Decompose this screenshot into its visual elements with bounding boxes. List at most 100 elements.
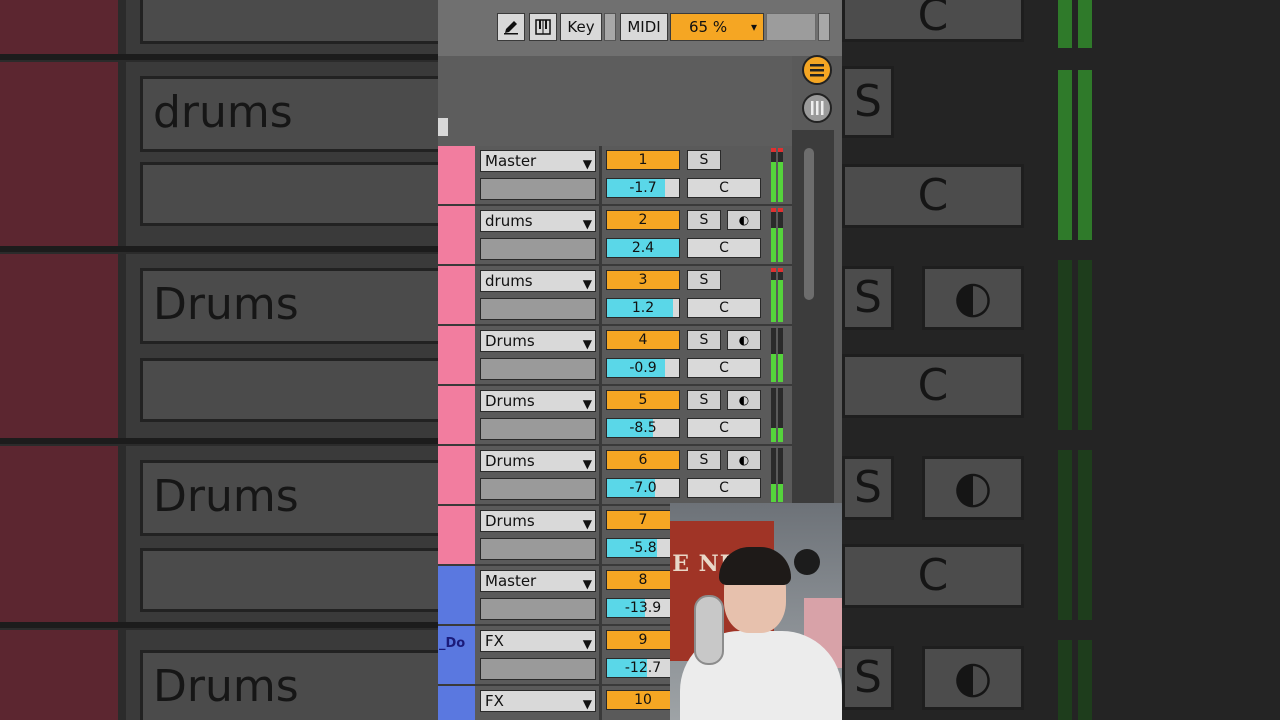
track-output-field[interactable] <box>480 478 596 500</box>
mixer-track-1: Master ▼ 1 -1.7 S C <box>438 146 792 206</box>
hamburger-menu-icon[interactable] <box>802 55 832 85</box>
cue-button[interactable]: C <box>687 418 761 438</box>
track-volume-slider[interactable]: -1.7 <box>606 178 680 198</box>
track-input-dropdown[interactable]: Master ▼ <box>480 150 596 172</box>
track-volume-slider[interactable]: -13.9 <box>606 598 680 618</box>
track-activator-button[interactable]: 9 <box>606 630 680 650</box>
level-meter-right <box>778 328 783 382</box>
vertical-scrollbar[interactable] <box>804 148 814 300</box>
track-activator-button[interactable]: 8 <box>606 570 680 590</box>
bg-meter <box>1058 70 1072 240</box>
track-color-strip[interactable]: _Do <box>438 626 475 684</box>
piano-keys-icon[interactable] <box>529 13 557 41</box>
track-input-dropdown[interactable]: drums ▼ <box>480 270 596 292</box>
solo-button[interactable]: S <box>687 270 721 290</box>
track-color-strip[interactable] <box>438 146 475 204</box>
track-output-field[interactable] <box>480 538 596 560</box>
track-input-dropdown[interactable]: Drums ▼ <box>480 330 596 352</box>
track-color-label: _Do <box>439 636 466 651</box>
track-output-field[interactable] <box>480 658 596 680</box>
solo-button[interactable]: S <box>687 450 721 470</box>
track-input-dropdown[interactable]: drums ▼ <box>480 210 596 232</box>
cue-button[interactable]: C <box>687 238 761 258</box>
solo-button[interactable]: S <box>687 210 721 230</box>
arm-record-icon[interactable]: ◐ <box>727 330 761 350</box>
track-volume-slider[interactable]: -8.5 <box>606 418 680 438</box>
track-output-field[interactable] <box>480 238 596 260</box>
pencil-icon[interactable] <box>497 13 525 41</box>
cue-button[interactable]: C <box>687 358 761 378</box>
track-activator-button[interactable]: 2 <box>606 210 680 230</box>
track-input-label: Drums <box>485 332 535 350</box>
track-activator-button[interactable]: 1 <box>606 150 680 170</box>
bg-row: drums <box>0 62 438 252</box>
level-meter-right <box>778 148 783 202</box>
track-volume-slider[interactable]: -0.9 <box>606 358 680 378</box>
track-input-dropdown[interactable]: Master ▼ <box>480 570 596 592</box>
track-input-dropdown[interactable]: Drums ▼ <box>480 510 596 532</box>
track-activator-button[interactable]: 10 <box>606 690 680 710</box>
bg-meter <box>1058 0 1072 48</box>
track-color-strip[interactable] <box>438 266 475 324</box>
track-volume-slider[interactable]: 2.4 <box>606 238 680 258</box>
track-color-strip[interactable] <box>438 566 475 624</box>
scroll-corner[interactable] <box>438 118 448 136</box>
track-volume-value: -0.9 <box>629 360 657 376</box>
cue-button[interactable]: C <box>687 478 761 498</box>
track-output-field[interactable] <box>480 298 596 320</box>
level-meter-left <box>771 268 776 322</box>
level-meter-left <box>771 388 776 442</box>
toolbar: Key MIDI 65 % ▾ <box>438 0 842 56</box>
track-activator-button[interactable]: 6 <box>606 450 680 470</box>
solo-button[interactable]: S <box>687 330 721 350</box>
webcam-overlay: E NEST <box>670 503 842 720</box>
arm-record-icon[interactable]: ◐ <box>727 450 761 470</box>
track-activator-button[interactable]: 4 <box>606 330 680 350</box>
cue-button[interactable]: C <box>687 298 761 318</box>
track-color-strip[interactable] <box>438 446 475 504</box>
track-output-field[interactable] <box>480 418 596 440</box>
bg-meter <box>1078 0 1092 48</box>
track-color-strip[interactable] <box>438 326 475 384</box>
track-output-field[interactable] <box>480 358 596 380</box>
track-color-strip[interactable] <box>438 686 475 720</box>
background-left-zoom: drums Drums Drums Drums <box>0 0 438 720</box>
bg-row: Drums <box>0 446 438 628</box>
track-color-strip[interactable] <box>438 386 475 444</box>
mixer-view-icon[interactable] <box>802 93 832 123</box>
track-output-field[interactable] <box>480 598 596 620</box>
track-input-dropdown[interactable]: Drums ▼ <box>480 450 596 472</box>
cue-button[interactable]: C <box>687 178 761 198</box>
track-activator-button[interactable]: 3 <box>606 270 680 290</box>
track-volume-slider[interactable]: -5.8 <box>606 538 680 558</box>
divider <box>599 506 602 566</box>
track-input-label: Master <box>485 152 537 170</box>
track-input-dropdown[interactable]: FX ▼ <box>480 690 596 712</box>
key-map-button[interactable]: Key <box>560 13 602 41</box>
track-volume-slider[interactable]: 1.2 <box>606 298 680 318</box>
midi-map-button[interactable]: MIDI <box>620 13 668 41</box>
microphone-icon <box>694 595 724 665</box>
track-input-label: Drums <box>485 392 535 410</box>
track-volume-value: -8.5 <box>629 420 657 436</box>
bg-track-name: Drums <box>140 268 438 344</box>
level-meter-right <box>778 208 783 262</box>
toolbar-blank-field <box>766 13 816 41</box>
arm-record-icon[interactable]: ◐ <box>727 390 761 410</box>
track-volume-value: -12.7 <box>624 660 662 676</box>
solo-button[interactable]: S <box>687 150 721 170</box>
arm-record-icon[interactable]: ◐ <box>727 210 761 230</box>
track-input-dropdown[interactable]: FX ▼ <box>480 630 596 652</box>
toolbar-separator <box>604 13 616 41</box>
track-volume-slider[interactable]: -12.7 <box>606 658 680 678</box>
track-color-strip[interactable] <box>438 206 475 264</box>
track-activator-button[interactable]: 5 <box>606 390 680 410</box>
track-color-strip[interactable] <box>438 506 475 564</box>
zoom-dropdown[interactable]: 65 % ▾ <box>670 13 764 41</box>
track-volume-slider[interactable]: -7.0 <box>606 478 680 498</box>
track-activator-button[interactable]: 7 <box>606 510 680 530</box>
track-input-dropdown[interactable]: Drums ▼ <box>480 390 596 412</box>
bg-row: Drums <box>0 630 438 720</box>
track-output-field[interactable] <box>480 178 596 200</box>
solo-button[interactable]: S <box>687 390 721 410</box>
